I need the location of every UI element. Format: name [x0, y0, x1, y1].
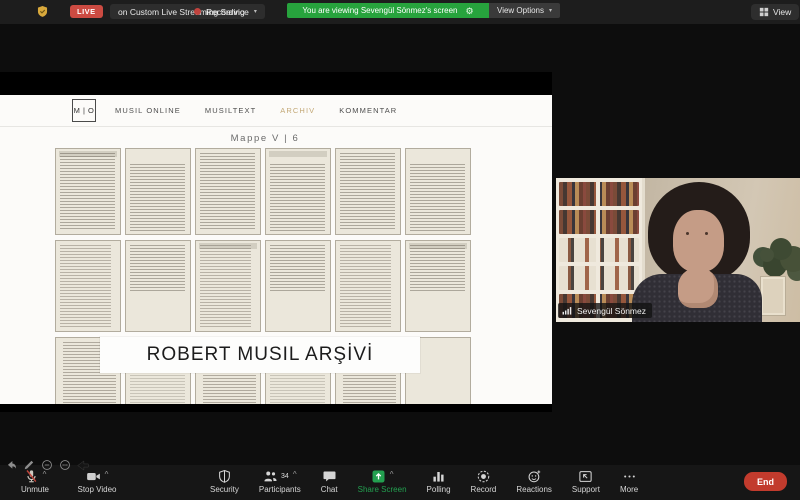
meeting-toolbar: ^ Unmute ^ Stop Video Security 34 ^ Participan…: [0, 465, 800, 500]
site-logo[interactable]: M | O: [72, 99, 96, 122]
manuscript-thumbnail[interactable]: [335, 148, 401, 235]
view-button[interactable]: View: [751, 4, 799, 20]
toolbar-item-label: Support: [572, 485, 600, 494]
toolbar-item-label: Chat: [321, 485, 338, 494]
picture-frame: [760, 276, 786, 316]
chat-icon: [322, 469, 337, 484]
participant-hands: [678, 268, 718, 308]
zoom-meeting-window: LIVE on Custom Live Streaming Service ▾ …: [0, 0, 800, 500]
live-badge: LIVE: [70, 5, 103, 18]
viewing-screen-banner: You are viewing Sevengül Sönmez's screen…: [287, 3, 489, 18]
pencil-icon[interactable]: [22, 458, 36, 472]
toolbar-record-button[interactable]: Record: [467, 468, 501, 494]
caret-down-icon: ▾: [549, 7, 552, 14]
gold-shield-icon: [36, 5, 49, 18]
dots-tool-icon[interactable]: [58, 458, 72, 472]
participant-name: Sevengül Sönmez: [577, 306, 646, 316]
slide-title-overlay: ROBERT MUSIL ARŞİVİ: [100, 337, 420, 373]
recording-label: Recording: [206, 7, 245, 17]
manuscript-thumbnail[interactable]: [405, 240, 471, 332]
toolbar-item-label: Security: [210, 485, 239, 494]
toolbar-participants-button[interactable]: 34 ^ Participants: [255, 468, 305, 494]
share-screen-icon: [371, 469, 386, 484]
reactions-icon: [527, 469, 542, 484]
recording-dot-icon: [194, 8, 201, 15]
recording-indicator: Recording: [194, 4, 245, 19]
toolbar-center-group: Security 34 ^ Participants Chat ^ Share Screen…: [206, 468, 642, 494]
support-icon: [578, 469, 593, 484]
toolbar-item-label: Record: [471, 485, 497, 494]
grid-view-icon: [759, 7, 769, 17]
chevron-up-icon[interactable]: ^: [390, 470, 394, 479]
manuscript-thumbnail[interactable]: [195, 240, 261, 332]
manuscript-thumbnail[interactable]: [265, 148, 331, 235]
plant: [760, 248, 774, 262]
manuscript-thumbnail[interactable]: [265, 240, 331, 332]
end-meeting-button[interactable]: End: [744, 472, 787, 491]
caret-down-icon: ▾: [254, 8, 257, 15]
toolbar-item-label: Polling: [427, 485, 451, 494]
toolbar-more-button[interactable]: More: [616, 468, 642, 494]
toolbar-item-label: Participants: [259, 485, 301, 494]
musil-online-website: M | O MUSIL ONLINE MUSILTEXT ARCHIV KOMMENT…: [0, 95, 552, 404]
manuscript-thumbnail[interactable]: [125, 148, 191, 235]
toolbar-item-label: Stop Video: [78, 485, 117, 494]
audio-level-icon: [562, 306, 573, 315]
page-title: Mappe V | 6: [0, 133, 530, 144]
manuscript-thumbnail[interactable]: [405, 148, 471, 235]
chevron-up-icon[interactable]: ^: [105, 470, 109, 479]
book-row: [559, 210, 639, 234]
nav-item-kommentar[interactable]: KOMMENTAR: [339, 106, 397, 115]
undo-arrow-icon[interactable]: [4, 458, 18, 472]
book-row: [559, 238, 639, 262]
nav-item-musil-online[interactable]: MUSIL ONLINE: [115, 106, 181, 115]
participant-name-tag: Sevengül Sönmez: [558, 303, 652, 318]
circle-tool-icon[interactable]: [40, 458, 54, 472]
toolbar-chat-button[interactable]: Chat: [317, 468, 342, 494]
manuscript-thumbnail[interactable]: [195, 148, 261, 235]
toolbar-share-screen-button[interactable]: ^ Share Screen: [354, 468, 411, 494]
view-button-label: View: [773, 7, 791, 17]
view-options-button[interactable]: View Options ▾: [489, 3, 560, 18]
security-shield-icon: [217, 469, 232, 484]
toolbar-security-button[interactable]: Security: [206, 468, 243, 494]
top-status-bar: LIVE on Custom Live Streaming Service ▾ …: [0, 0, 800, 24]
participant-face: [673, 210, 724, 272]
viewing-banner-text: You are viewing Sevengül Sönmez's screen: [302, 6, 457, 15]
manuscript-thumbnail[interactable]: [125, 240, 191, 332]
toolbar-item-label: Unmute: [21, 485, 49, 494]
book-row: [559, 266, 639, 290]
book-row: [559, 182, 639, 206]
toolbar-support-button[interactable]: Support: [568, 468, 604, 494]
record-icon: [476, 469, 491, 484]
nav-item-musiltext[interactable]: MUSILTEXT: [205, 106, 256, 115]
toolbar-item-label: More: [620, 485, 638, 494]
manuscript-thumbnail[interactable]: [55, 240, 121, 332]
shared-screen-region: M | O MUSIL ONLINE MUSILTEXT ARCHIV KOMMENT…: [0, 72, 552, 412]
site-header: M | O MUSIL ONLINE MUSILTEXT ARCHIV KOMMENT…: [0, 95, 552, 127]
manuscript-thumbnail[interactable]: [55, 148, 121, 235]
annotation-toolbar: [4, 458, 90, 472]
toolbar-reactions-button[interactable]: Reactions: [512, 468, 556, 494]
view-options-label: View Options: [497, 6, 544, 15]
participants-icon: [263, 469, 278, 484]
participant-video: Sevengül Sönmez: [556, 178, 800, 322]
participants-count: 34: [281, 473, 289, 480]
site-nav: MUSIL ONLINE MUSILTEXT ARCHIV KOMMENTAR: [115, 106, 397, 115]
mouse-cursor-icon: [76, 458, 90, 472]
manuscript-thumbnail[interactable]: [335, 240, 401, 332]
chevron-up-icon[interactable]: ^: [293, 470, 297, 479]
nav-item-archiv[interactable]: ARCHIV: [280, 106, 315, 115]
toolbar-item-label: Reactions: [516, 485, 552, 494]
more-icon: [622, 469, 637, 484]
polling-icon: [431, 469, 446, 484]
toolbar-polling-button[interactable]: Polling: [423, 468, 455, 494]
toolbar-item-label: Share Screen: [358, 485, 407, 494]
